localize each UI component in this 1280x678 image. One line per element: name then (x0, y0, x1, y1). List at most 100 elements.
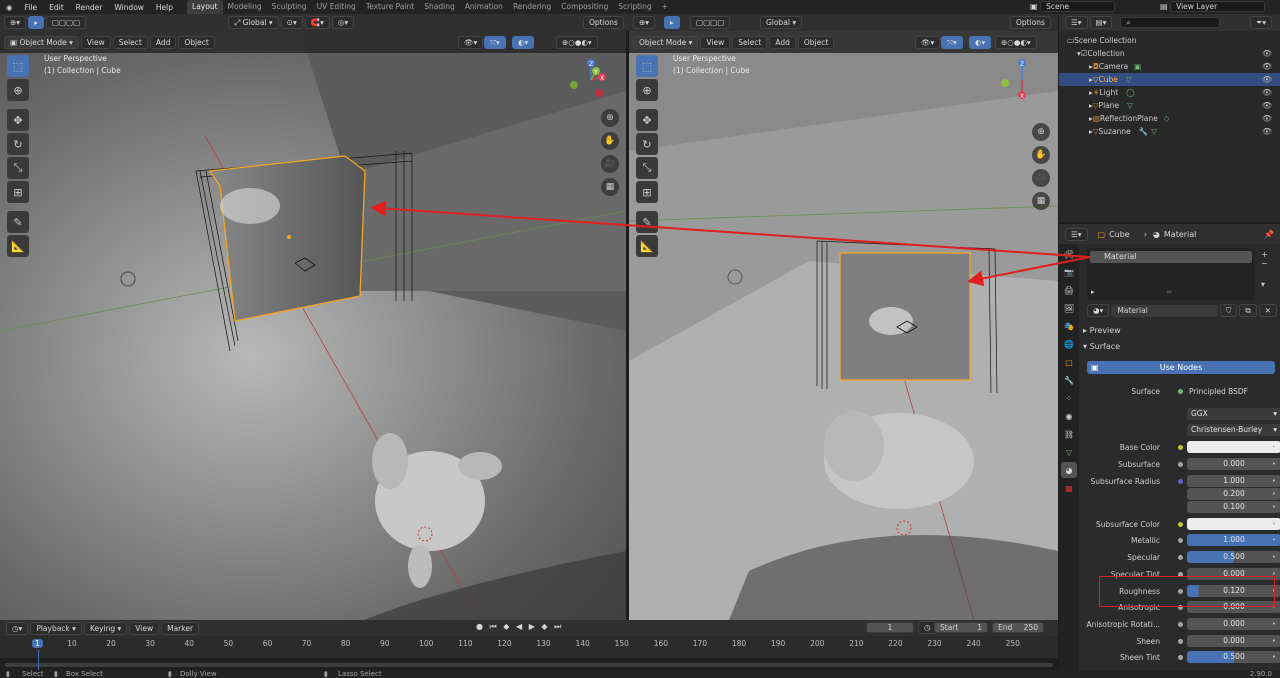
transform-tool-icon-right[interactable]: ⊞ (636, 181, 658, 203)
keyframe-dot-icon[interactable]: • (1272, 477, 1276, 485)
visibility-eye-icon[interactable]: 👁 (1262, 112, 1272, 125)
use-nodes-button[interactable]: ▣ Use Nodes (1087, 361, 1275, 374)
outliner-item-plane[interactable]: ▸ ▽ Plane ▽ 👁 (1059, 99, 1280, 112)
outliner-item-reflectionplane[interactable]: ▸ ▨ ReflectionPlane ◇ 👁 (1059, 112, 1280, 125)
surface-shader-field[interactable]: Principled BSDF (1189, 387, 1248, 396)
gizmo-toggle-right[interactable]: ⤧▾ (941, 35, 963, 49)
socket-dot[interactable] (1178, 479, 1183, 484)
tab-texture-paint[interactable]: Texture Paint (361, 0, 419, 14)
view-menu-timeline[interactable]: View (129, 621, 160, 635)
scale-tool-icon-right[interactable]: ⤡ (636, 157, 658, 179)
socket-dot[interactable] (1178, 622, 1183, 627)
select-tool-icon[interactable]: ▸ (28, 16, 44, 29)
proportional-edit-icon[interactable]: ◎▾ (331, 16, 355, 29)
pin-icon[interactable]: 📌 (1264, 230, 1274, 239)
camera-view-icon[interactable]: 🎥 (601, 155, 619, 173)
editor-type-button[interactable]: ⊕▾ (4, 16, 27, 29)
outliner-scene-collection[interactable]: ▭ Scene Collection (1059, 34, 1280, 47)
tab-rendering[interactable]: Rendering (508, 0, 556, 14)
prop-value-field[interactable]: 0.000 (1187, 635, 1280, 647)
select-box-tool-icon[interactable]: ⬚ (7, 55, 29, 77)
ortho-grid-icon[interactable]: ▦ (601, 178, 619, 196)
overlay-toggle-right[interactable]: ◐▾ (969, 35, 992, 49)
add-slot-icon[interactable]: + (1261, 250, 1268, 259)
socket-dot[interactable] (1178, 655, 1183, 660)
object-menu-right[interactable]: Object (797, 35, 835, 49)
tab-layout[interactable]: Layout (187, 0, 223, 14)
browse-material-icon[interactable]: ◕▾ (1087, 304, 1110, 317)
timeline-editor-type-icon[interactable]: ◷▾ (6, 621, 29, 635)
panel-preview[interactable]: ▸ Preview (1083, 326, 1275, 335)
socket-dot[interactable] (1178, 538, 1183, 543)
keyframe-dot-icon[interactable]: • (1272, 653, 1276, 661)
prop-value-field[interactable]: 0.000 (1187, 458, 1280, 470)
outliner-item-light[interactable]: ▸ ☀ Light ◯ 👁 (1059, 86, 1280, 99)
annotate-tool-icon[interactable]: ✎ (7, 211, 29, 233)
measure-tool-icon-right[interactable]: 📐 (636, 235, 658, 257)
output-tab-icon[interactable]: 🖨 (1061, 282, 1077, 298)
tool-tab-icon[interactable]: 🛠 (1061, 246, 1077, 262)
overlay-toggle-left[interactable]: ◐▾ (512, 35, 535, 49)
keyframe-dot-icon[interactable]: • (1272, 490, 1276, 498)
view-layer-tab-icon[interactable]: 🖼 (1061, 300, 1077, 316)
pan-hand-icon-right[interactable]: ✋ (1032, 146, 1050, 164)
mode-dropdown-right[interactable]: Object Mode ▾ (633, 35, 699, 49)
zoom-icon-right[interactable]: ⊕ (1032, 123, 1050, 141)
visibility-eye-icon[interactable]: 👁 (1262, 73, 1272, 86)
navigation-gizmo-left[interactable]: Z X Y (568, 57, 614, 103)
menu-window[interactable]: Window (108, 3, 150, 12)
unlink-x-icon[interactable]: ✕ (1258, 304, 1277, 317)
tab-animation[interactable]: Animation (460, 0, 508, 14)
outliner-item-cube[interactable]: ▸ ▽ Cube ▽ 👁 (1059, 73, 1280, 86)
keyframe-dot-icon[interactable]: • (1272, 520, 1276, 528)
socket-dot[interactable] (1178, 639, 1183, 644)
visibility-eye-icon[interactable]: 👁 (1262, 86, 1272, 99)
navigation-gizmo-right[interactable]: Z X (999, 57, 1045, 103)
tab-shading[interactable]: Shading (419, 0, 459, 14)
tab-uv-editing[interactable]: UV Editing (312, 0, 361, 14)
outliner-collection[interactable]: ▾ ☑ Collection 👁 (1059, 47, 1280, 60)
ortho-grid-icon-right[interactable]: ▦ (1032, 192, 1050, 210)
distribution-dropdown[interactable]: GGX ▾ (1187, 408, 1280, 420)
viewport-right[interactable]: Object Mode ▾ View Select Add Object 👁▾ … (629, 31, 1058, 620)
keyframe-dot-icon[interactable]: • (1272, 443, 1276, 451)
tab-sculpting[interactable]: Sculpting (267, 0, 312, 14)
annotate-tool-icon-right[interactable]: ✎ (636, 211, 658, 233)
particles-tab-icon[interactable]: ⁘ (1061, 390, 1077, 406)
gizmo-y-icon-right[interactable] (1001, 79, 1009, 87)
marker-menu[interactable]: Marker (161, 621, 200, 635)
view-menu-right[interactable]: View (700, 35, 731, 49)
panel-surface[interactable]: ▾ Surface (1083, 342, 1275, 351)
playhead-line[interactable] (38, 650, 39, 670)
prop-value-field[interactable]: 0.500 (1187, 651, 1280, 663)
prop-value-field[interactable] (1187, 441, 1280, 453)
select-tool-icon-right[interactable]: ▸ (664, 16, 680, 29)
select-mode-icons[interactable]: ▢▢▢▢ (45, 16, 87, 29)
tab-scripting[interactable]: Scripting (613, 0, 656, 14)
mode-dropdown-left[interactable]: ▣ Object Mode ▾ (4, 35, 79, 49)
visibility-icon-right[interactable]: 👁▾ (915, 35, 941, 49)
gizmo-toggle-left[interactable]: ⤧▾ (484, 35, 506, 49)
menu-help[interactable]: Help (150, 3, 179, 12)
start-frame-field[interactable]: Start 1 (934, 622, 988, 633)
select-menu-right[interactable]: Select (732, 35, 768, 49)
data-tab-icon[interactable]: ▽ (1061, 444, 1077, 460)
timeline-scrollbar[interactable] (5, 663, 1053, 667)
remove-slot-icon[interactable]: − (1261, 259, 1268, 268)
shading-modes-right[interactable]: ⊕○●◐▾ (995, 35, 1037, 49)
material-slot-row[interactable]: Material (1090, 251, 1252, 263)
add-menu-left[interactable]: Add (149, 35, 177, 49)
menu-edit[interactable]: Edit (43, 3, 70, 12)
select-mode-icons-right[interactable]: ▢▢▢▢ (690, 16, 731, 29)
jump-start-icon[interactable]: ⏮ (490, 622, 499, 631)
filter-icon[interactable]: ⏷▾ (1250, 16, 1272, 29)
pan-hand-icon[interactable]: ✋ (601, 132, 619, 150)
keyframe-dot-icon[interactable]: • (1272, 460, 1276, 468)
scene-tab-icon[interactable]: 🎭 (1061, 318, 1077, 334)
constraints-tab-icon[interactable]: ⛓ (1061, 426, 1077, 442)
fake-user-shield-icon[interactable]: ⛉ (1219, 304, 1238, 317)
visibility-eye-icon[interactable]: 👁 (1262, 125, 1272, 138)
slot-specials-icon[interactable]: ▾ (1261, 280, 1268, 289)
viewport-divider[interactable] (626, 31, 629, 620)
cursor-tool-icon-right[interactable]: ⊕ (636, 79, 658, 101)
